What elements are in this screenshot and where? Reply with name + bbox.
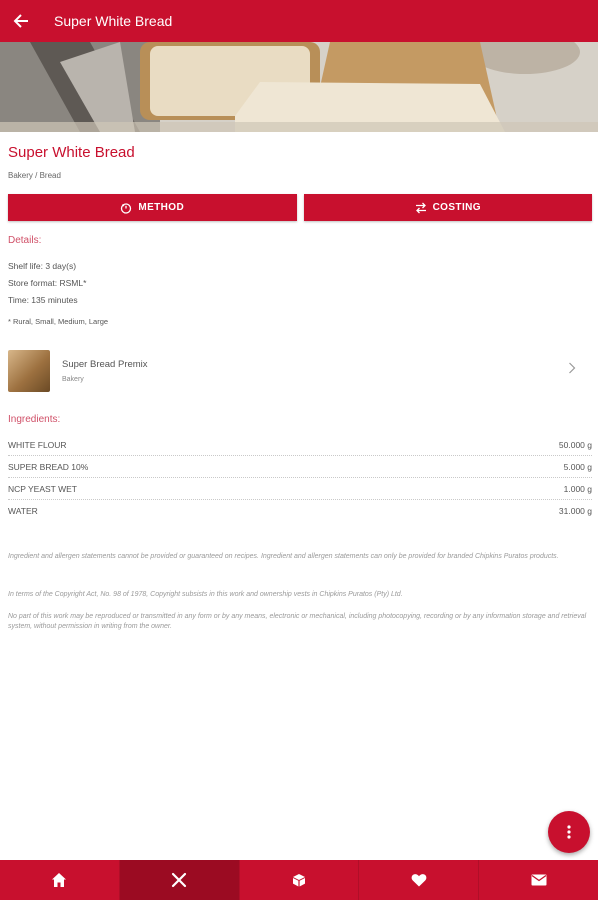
app-bar-title: Super White Bread — [54, 13, 173, 29]
premix-item[interactable]: Super Bread Premix Bakery — [8, 348, 592, 394]
recipe-content: Super White Bread Bakery / Bread METHOD … — [8, 132, 592, 632]
back-button[interactable] — [0, 0, 42, 42]
table-row: SUPER BREAD 10% 5.000 g — [8, 456, 592, 478]
shelf-life: Shelf life: 3 day(s) — [8, 261, 77, 271]
table-row: NCP YEAST WET 1.000 g — [8, 478, 592, 500]
costing-button-label: COSTING — [432, 202, 481, 213]
timer-icon — [121, 202, 132, 214]
utensils-icon — [172, 872, 187, 888]
ingredient-name: SUPER BREAD 10% — [8, 461, 89, 472]
ingredients-table: WHITE FLOUR 50.000 g SUPER BREAD 10% 5.0… — [8, 434, 592, 522]
ingredient-amount: 1.000 g — [563, 483, 592, 494]
details-heading: Details: — [8, 235, 42, 246]
recipe-title: Super White Bread — [8, 144, 135, 161]
rights-notice: No part of this work may be reproduced o… — [8, 613, 587, 630]
home-icon — [52, 873, 67, 887]
action-buttons: METHOD COSTING — [8, 194, 592, 221]
details-list: Shelf life: 3 day(s) Store format: RSML*… — [8, 258, 592, 309]
ingredient-name: WATER — [8, 506, 38, 516]
premix-thumbnail — [8, 350, 50, 392]
method-button-label: METHOD — [138, 202, 185, 213]
prep-time: Time: 135 minutes — [8, 295, 78, 305]
store-format: Store format: RSML* — [8, 278, 87, 288]
more-vert-icon — [567, 825, 571, 839]
ingredient-name: NCP YEAST WET — [8, 483, 77, 494]
box-icon — [292, 874, 305, 887]
allergen-disclaimer: Ingredient and allergen statements canno… — [8, 553, 559, 560]
method-button[interactable]: METHOD — [8, 194, 297, 221]
table-row: WATER 31.000 g — [8, 500, 592, 522]
ingredients-heading: Ingredients: — [8, 414, 61, 425]
ingredient-amount: 31.000 g — [558, 506, 592, 516]
heart-icon — [411, 874, 427, 887]
app-bar: Super White Bread — [0, 0, 598, 42]
ingredient-amount: 50.000 g — [558, 439, 592, 450]
table-row: WHITE FLOUR 50.000 g — [8, 434, 592, 456]
premix-subtitle: Bakery — [62, 376, 84, 383]
more-options-button[interactable] — [548, 811, 590, 853]
store-format-footnote: * Rural, Small, Medium, Large — [8, 317, 109, 326]
hero-image — [0, 42, 598, 132]
nav-home[interactable] — [0, 860, 120, 900]
arrow-left-icon — [13, 14, 28, 28]
ingredient-amount: 5.000 g — [563, 461, 592, 472]
mail-icon — [531, 874, 547, 886]
nav-recipes[interactable] — [119, 860, 240, 900]
ingredient-name: WHITE FLOUR — [8, 439, 67, 450]
chevron-right-icon — [569, 362, 576, 374]
recipe-category: Bakery / Bread — [8, 171, 61, 180]
premix-name: Super Bread Premix — [62, 359, 148, 370]
costing-button[interactable]: COSTING — [303, 194, 592, 221]
nav-products[interactable] — [240, 860, 360, 900]
nav-contact[interactable] — [479, 860, 598, 900]
copyright-notice: In terms of the Copyright Act, No. 98 of… — [8, 591, 403, 598]
bottom-nav — [0, 860, 598, 900]
swap-arrows-icon — [415, 202, 426, 213]
nav-favourites[interactable] — [359, 860, 480, 900]
